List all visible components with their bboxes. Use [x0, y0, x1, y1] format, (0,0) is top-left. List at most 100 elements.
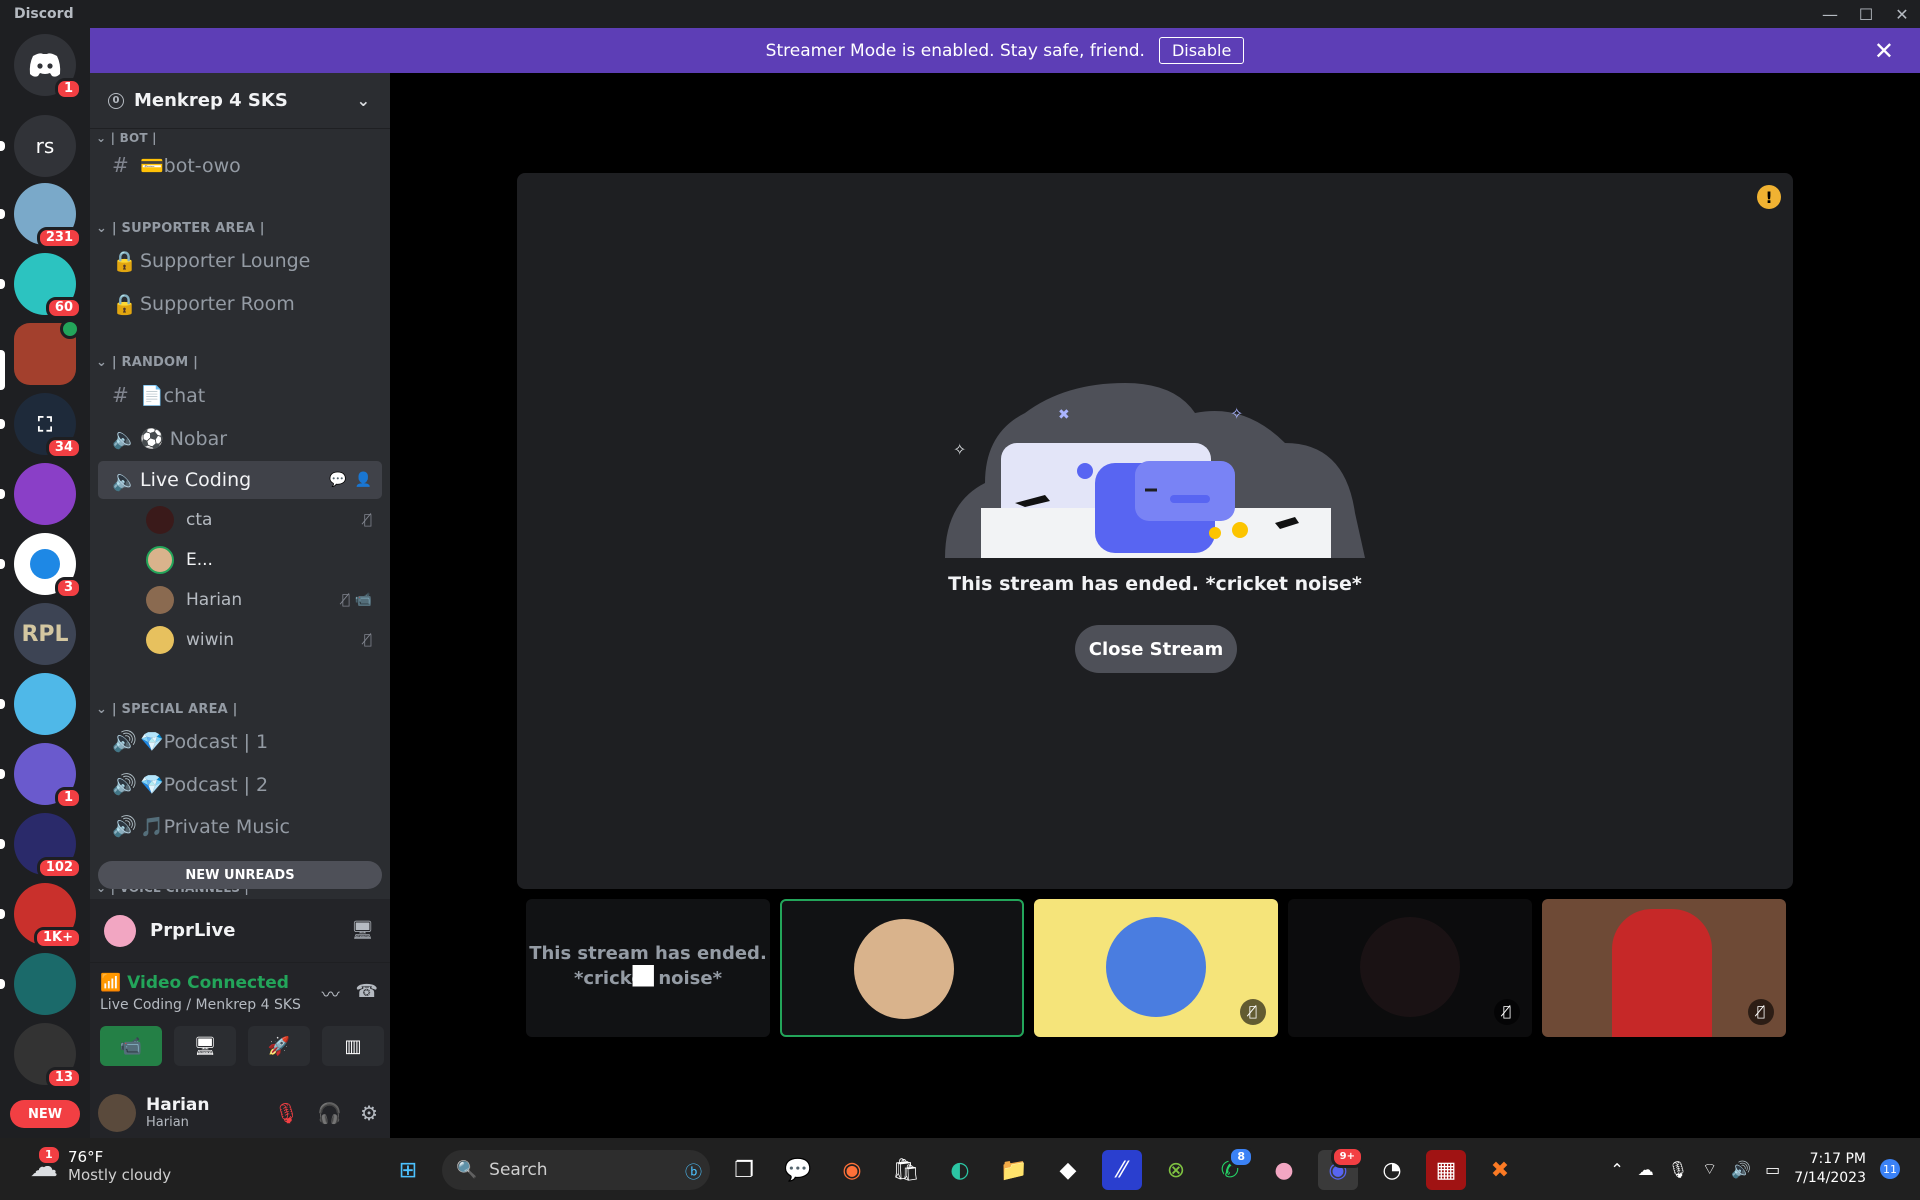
server-avatar-4[interactable]: ⛶ 34 — [14, 393, 82, 459]
app-red-icon[interactable]: ▦ — [1426, 1150, 1466, 1190]
hashtag-icon: # — [112, 153, 129, 177]
channel-supporter-lounge[interactable]: 🔒 Supporter Lounge — [98, 242, 382, 280]
voice-user[interactable]: cta 🎙̸ — [146, 503, 380, 537]
voice-user[interactable]: E... — [146, 543, 380, 577]
invite-icon[interactable]: 👤 — [355, 472, 372, 488]
noise-suppression-icon[interactable]: 〰 — [322, 981, 340, 1007]
close-window-button[interactable]: ✕ — [1884, 0, 1920, 28]
channel-label: 📄chat — [140, 384, 206, 407]
xampp-icon[interactable]: ✖ — [1480, 1150, 1520, 1190]
server-badge: 13 — [45, 1067, 82, 1089]
server-avatar-12[interactable]: 13 — [14, 1023, 82, 1089]
headphones-icon[interactable]: 🎧 — [317, 1101, 342, 1125]
close-icon[interactable]: ✕ — [1874, 37, 1894, 65]
new-servers-pill[interactable]: NEW — [10, 1100, 80, 1128]
disable-streamer-button[interactable]: Disable — [1158, 37, 1245, 64]
onedrive-icon[interactable]: ☁ — [1638, 1160, 1654, 1179]
home-button[interactable]: 1 — [14, 34, 82, 100]
server-avatar-11[interactable] — [14, 953, 76, 1015]
channel-podcast-2[interactable]: 🔊 💎Podcast | 2 — [98, 765, 382, 803]
edge-icon[interactable]: ◐ — [940, 1150, 980, 1190]
voice-user-name: E... — [186, 550, 213, 570]
participant-tile-selected[interactable] — [780, 899, 1024, 1037]
task-view-icon[interactable]: ❐ — [724, 1150, 764, 1190]
mic-muted-icon: 🎙̸ — [1748, 999, 1774, 1025]
clock[interactable]: 7:17 PM 7/14/2023 — [1794, 1150, 1866, 1188]
server-avatar-5[interactable] — [14, 463, 76, 525]
wifi-icon[interactable]: ⌔ — [1702, 1159, 1717, 1179]
teams-chat-icon[interactable]: 💬 — [778, 1150, 818, 1190]
voice-user[interactable]: wiwin 🎙̸ — [146, 623, 380, 657]
close-stream-button[interactable]: Close Stream — [1075, 625, 1237, 673]
channel-label: Supporter Room — [140, 293, 295, 315]
channel-podcast-1[interactable]: 🔊 💎Podcast | 1 — [98, 722, 382, 760]
file-explorer-icon[interactable]: 📁 — [994, 1150, 1034, 1190]
discord-badge: 9+ — [1330, 1146, 1364, 1168]
search-box[interactable]: 🔍 Search ⓑ — [442, 1150, 710, 1190]
discord-taskbar-icon[interactable]: ◉ 9+ — [1318, 1146, 1364, 1190]
weather-widget[interactable]: ☁ 1 76°F Mostly cloudy — [30, 1143, 171, 1184]
maximize-button[interactable]: ☐ — [1848, 0, 1884, 28]
category-random[interactable]: ⌄ | RANDOM | — [96, 355, 198, 370]
store-icon[interactable]: 🛍 — [886, 1150, 926, 1190]
mic-muted-camera-icon: 🎙̸ 📹 — [341, 592, 372, 608]
server-list: 1 rs 231 60 ⛶ 34 3 RPL 1 102 1K+ 13 NEW — [0, 28, 90, 1138]
category-bot[interactable]: ⌄ | BOT | — [96, 131, 157, 145]
server-avatar-7[interactable] — [14, 673, 76, 735]
unity-icon[interactable]: ◆ — [1048, 1150, 1088, 1190]
participant-tile[interactable]: 🎙̸ — [1034, 899, 1278, 1037]
minimize-button[interactable]: — — [1812, 0, 1848, 28]
app-blue-icon[interactable]: ⁄⁄ — [1102, 1150, 1142, 1190]
volume-icon[interactable]: 🔊 — [1731, 1160, 1751, 1179]
start-button[interactable]: ⊞ — [388, 1150, 428, 1190]
microphone-icon[interactable]: 🎙 — [1668, 1160, 1688, 1179]
xbox-icon[interactable]: ⊗ — [1156, 1150, 1196, 1190]
channel-nobar[interactable]: 🔈 ⚽ Nobar — [98, 419, 382, 457]
chat-icon[interactable]: 💬 — [329, 472, 346, 488]
server-avatar-2[interactable]: 60 — [14, 253, 82, 319]
server-avatar-6[interactable]: 3 — [14, 533, 82, 599]
server-avatar-1[interactable]: 231 — [14, 183, 82, 249]
server-avatar-10[interactable]: 1K+ — [14, 883, 82, 949]
mute-mic-icon[interactable]: 🎙 — [274, 1101, 299, 1125]
gear-icon[interactable]: ⚙ — [360, 1101, 378, 1125]
server-logo-icon — [30, 549, 60, 579]
participant-tile[interactable]: This stream has ended. *cricket noise* ■ — [526, 899, 770, 1037]
participant-tile[interactable]: 🎙̸ — [1542, 899, 1786, 1037]
battery-icon[interactable]: ▭ — [1765, 1160, 1780, 1179]
server-avatar-9[interactable]: 102 — [14, 813, 82, 879]
warning-icon[interactable]: ! — [1757, 185, 1781, 209]
category-supporter[interactable]: ⌄ | SUPPORTER AREA | — [96, 221, 265, 236]
soundboard-button[interactable]: ▥ — [322, 1026, 384, 1066]
server-avatar-3[interactable] — [14, 319, 80, 385]
activities-button[interactable]: 🚀 — [248, 1026, 310, 1066]
category-special[interactable]: ⌄ | SPECIAL AREA | — [96, 702, 238, 717]
avatar — [104, 914, 136, 947]
video-toggle-button[interactable]: 📹 — [100, 1026, 162, 1066]
voice-user[interactable]: Harian 🎙̸ 📹 — [146, 583, 380, 617]
participant-tile[interactable]: 🎙̸ — [1288, 899, 1532, 1037]
channel-label: Live Coding — [140, 469, 252, 491]
channel-live-coding[interactable]: 🔈 Live Coding 💬 👤 — [98, 461, 382, 499]
channel-supporter-room[interactable]: 🔒 Supporter Room — [98, 285, 382, 323]
avatar[interactable] — [98, 1093, 136, 1132]
screen-share-icon[interactable]: 🖥 — [351, 920, 374, 941]
screen-share-button[interactable]: 🖥 — [174, 1026, 236, 1066]
unread-pip — [0, 559, 5, 569]
server-rs[interactable]: rs — [14, 115, 76, 177]
prprlive-icon[interactable]: ● — [1264, 1150, 1304, 1190]
guild-header[interactable]: 0 Menkrep 4 SKS ⌄ — [90, 73, 390, 129]
channel-private-music[interactable]: 🔊 🎵Private Music — [98, 807, 382, 845]
disconnect-icon[interactable]: ☎ — [356, 981, 378, 1007]
streaming-user-row[interactable]: PrprLive 🖥 — [90, 899, 390, 963]
firefox-icon[interactable]: ◉ — [832, 1150, 872, 1190]
server-rpl[interactable]: RPL — [14, 603, 76, 665]
chevron-up-icon[interactable]: ⌃ — [1610, 1160, 1623, 1179]
obs-icon[interactable]: ◔ — [1372, 1150, 1412, 1190]
whatsapp-icon[interactable]: ✆ 8 — [1210, 1146, 1254, 1190]
notification-count[interactable]: 11 — [1880, 1159, 1900, 1179]
new-unreads-button[interactable]: NEW UNREADS — [98, 861, 382, 889]
channel-chat[interactable]: # 📄chat — [98, 376, 382, 414]
channel-bot-owo[interactable]: # 💳bot-owo — [98, 146, 382, 184]
server-avatar-8[interactable]: 1 — [14, 743, 82, 809]
